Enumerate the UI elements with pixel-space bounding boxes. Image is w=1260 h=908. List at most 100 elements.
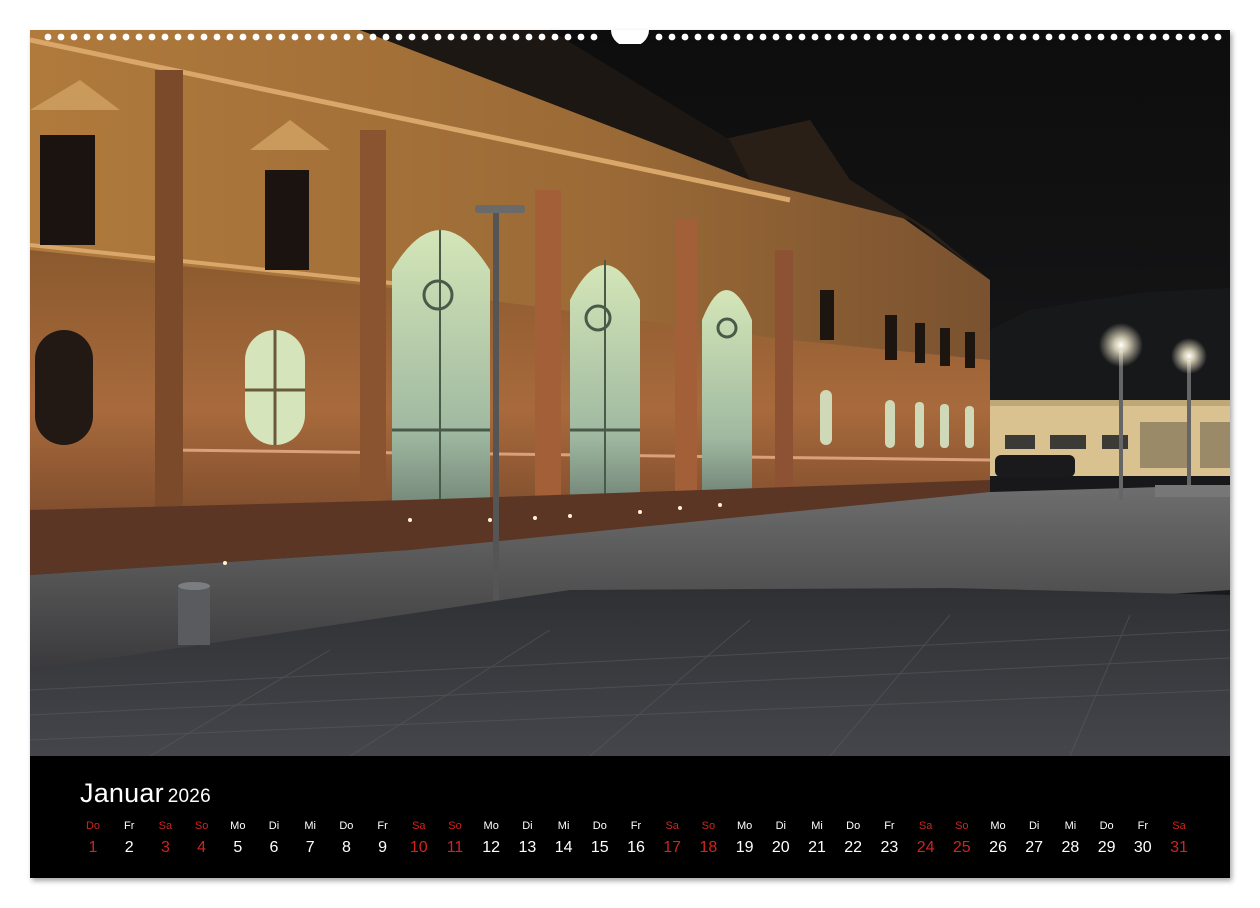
binding-hole (434, 33, 442, 41)
binding-hole (707, 33, 715, 41)
day-cell: Fr 9 (365, 818, 401, 860)
weekday-label: Mo (483, 820, 499, 832)
binding-hole (993, 33, 1001, 41)
weekday-label: So (701, 820, 716, 832)
binding-hole (1032, 33, 1040, 41)
binding-hole (694, 33, 702, 41)
binding-hole (1084, 33, 1092, 41)
day-cell: Fr 2 (111, 818, 147, 860)
day-number: 20 (771, 839, 790, 856)
weekday-label: Fr (1137, 820, 1148, 832)
day-number: 28 (1061, 839, 1080, 856)
binding-hole (915, 33, 923, 41)
binding-hole (720, 33, 728, 41)
day-number: 27 (1025, 839, 1044, 856)
day-number: 2 (124, 839, 134, 856)
binding-hole (746, 33, 754, 41)
binding-hole (83, 33, 91, 41)
day-cell: Mi 21 (799, 818, 835, 860)
spiral-binding (30, 30, 1230, 44)
binding-hole (811, 33, 819, 41)
weekday-label: Do (339, 820, 354, 832)
weekday-label: Di (268, 820, 280, 832)
binding-hole (486, 33, 494, 41)
binding-hole (148, 33, 156, 41)
day-number: 19 (735, 839, 754, 856)
day-cell: Do 22 (835, 818, 871, 860)
day-number: 12 (482, 839, 501, 856)
day-cell: So 4 (184, 818, 220, 860)
weekday-label: Do (1099, 820, 1114, 832)
binding-hole (733, 33, 741, 41)
binding-hole (1136, 33, 1144, 41)
day-cell: Mi 14 (546, 818, 582, 860)
weekday-label: Sa (918, 820, 933, 832)
binding-hole (317, 33, 325, 41)
weekday-label: Mo (230, 820, 246, 832)
day-cell: Di 27 (1016, 818, 1052, 860)
binding-hole (252, 33, 260, 41)
day-cell: Mo 19 (727, 818, 763, 860)
binding-hole (824, 33, 832, 41)
binding-hole (577, 33, 585, 41)
weekday-label: Mi (557, 820, 570, 832)
day-number: 11 (446, 839, 464, 856)
binding-hole (538, 33, 546, 41)
binding-hole (343, 33, 351, 41)
weekday-label: Mi (1064, 820, 1077, 832)
binding-hole (44, 33, 52, 41)
day-number: 7 (305, 839, 315, 856)
binding-hole (590, 33, 598, 41)
binding-hole (70, 33, 78, 41)
day-number: 18 (699, 839, 718, 856)
month-calendar: Januar 2026 Do 1 Fr 2 Sa 3 So 4 Mo 5 Di 6 Mi 7 Do 8 Fr 9 Sa… (30, 756, 1230, 878)
binding-hole (850, 33, 858, 41)
day-number: 30 (1133, 839, 1152, 856)
weekday-label: Mo (736, 820, 753, 832)
binding-hole (291, 33, 299, 41)
binding-hole (369, 33, 377, 41)
day-cell: Fr 23 (871, 818, 907, 860)
weekday-label: Mo (990, 820, 1006, 832)
binding-hole (96, 33, 104, 41)
weekday-label: So (448, 820, 462, 832)
binding-hole (967, 33, 975, 41)
binding-hole (226, 33, 234, 41)
binding-hole (122, 33, 130, 41)
day-cell: Mo 26 (980, 818, 1016, 860)
day-cell: Sa 10 (401, 818, 437, 860)
weekday-label: Fr (377, 820, 388, 832)
building-photo (30, 30, 1230, 756)
binding-hole (1058, 33, 1066, 41)
binding-hole (421, 33, 429, 41)
day-number: 31 (1170, 839, 1188, 856)
weekday-label: Sa (158, 820, 173, 832)
binding-hole (265, 33, 273, 41)
binding-hole (304, 33, 312, 41)
month-name: Januar (80, 778, 164, 808)
binding-hole (1110, 33, 1118, 41)
weekday-label: Di (522, 820, 533, 832)
binding-hole (668, 33, 676, 41)
binding-hole (759, 33, 767, 41)
day-cell: Do 29 (1089, 818, 1125, 860)
day-number: 14 (554, 839, 573, 856)
binding-hole (395, 33, 403, 41)
day-number: 1 (88, 839, 98, 856)
binding-hole (1214, 33, 1222, 41)
binding-hole (1045, 33, 1053, 41)
binding-hole (239, 33, 247, 41)
binding-hole (200, 33, 208, 41)
binding-hole (213, 33, 221, 41)
binding-hole (1162, 33, 1170, 41)
binding-hole (928, 33, 936, 41)
day-cell: Do 1 (75, 818, 111, 860)
day-cell: Di 6 (256, 818, 292, 860)
weekday-label: Mi (811, 820, 823, 832)
day-number: 3 (160, 839, 170, 856)
day-row: Do 1 Fr 2 Sa 3 So 4 Mo 5 Di 6 Mi 7 Do 8 Fr 9 Sa 10 So 11 Mo 12 D… (75, 818, 1188, 868)
binding-hole (1006, 33, 1014, 41)
weekday-label: Mi (304, 820, 316, 832)
binding-hole (1071, 33, 1079, 41)
day-number: 23 (880, 839, 899, 856)
